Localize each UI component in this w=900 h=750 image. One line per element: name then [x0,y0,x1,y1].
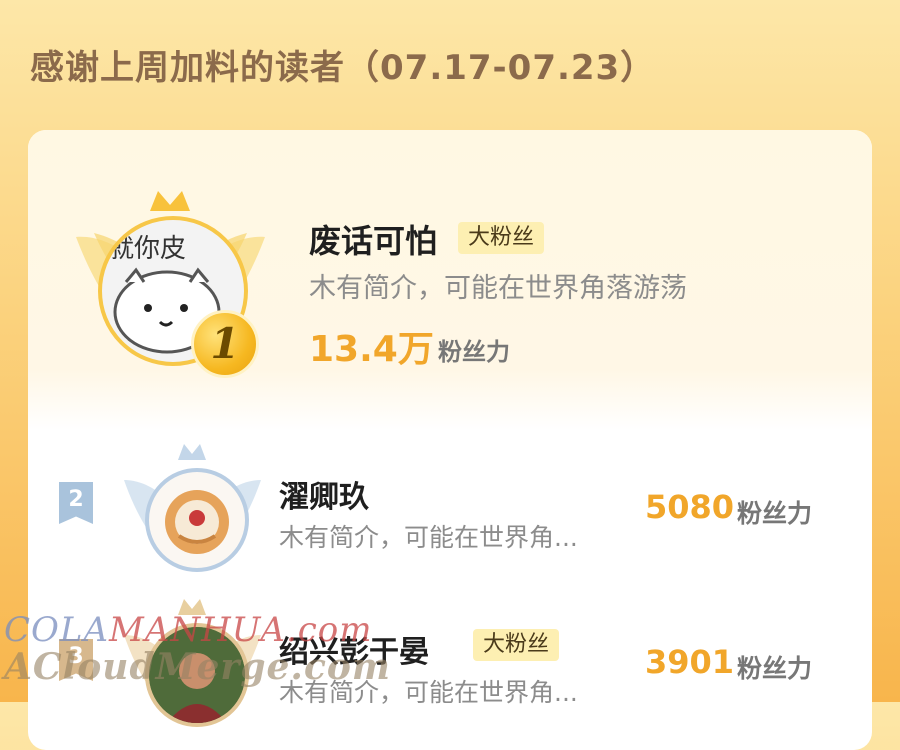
fans-unit: 粉丝力 [737,654,813,683]
avatar[interactable] [145,468,249,572]
fans-value: 13.4万 [309,329,434,370]
user-name[interactable]: 废话可怕 [309,216,437,262]
rank-3-flag-icon: 3 [59,639,93,681]
page-title: 感谢上周加料的读者（07.17-07.23） [30,48,656,88]
crown-icon [178,444,206,460]
fans-value: 5080 [645,488,735,526]
crown-icon [150,191,190,211]
user-desc: 木有简介，可能在世界角落游荡 [309,273,687,304]
rank-1-medal-icon: 1 [191,310,259,378]
user-desc: 木有简介，可能在世界角... [279,678,578,707]
rank-2-entry[interactable]: 2 濯卿玖 木有简介，可能在世界角... 5080 粉丝力 [28,430,872,580]
avatar[interactable] [145,623,249,727]
fan-badge: 大粉丝 [458,222,545,254]
fans-unit: 粉丝力 [737,499,813,528]
fans-value: 3901 [645,643,735,681]
user-name[interactable]: 濯卿玖 [279,472,369,516]
fans-unit: 粉丝力 [438,338,510,366]
fan-badge: 大粉丝 [473,629,560,661]
rank-3-entry[interactable]: 3 绍兴彭于晏 大粉丝 木有简介，可能在世界角... 3901 粉丝力 [28,585,872,735]
pastry-avatar-icon [165,490,229,554]
rank-2-flag-icon: 2 [59,482,93,524]
crown-icon [178,599,206,615]
user-name[interactable]: 绍兴彭于晏 [279,627,429,671]
portrait-avatar-icon [149,627,245,723]
ranking-card: 就你皮 1 废话可怕 大粉丝 木有简介，可能在世界角落游荡 13.4万 粉丝力 … [28,130,872,750]
user-desc: 木有简介，可能在世界角... [279,523,578,552]
rank-1-entry[interactable]: 就你皮 1 废话可怕 大粉丝 木有简介，可能在世界角落游荡 13.4万 粉丝力 [28,130,872,430]
